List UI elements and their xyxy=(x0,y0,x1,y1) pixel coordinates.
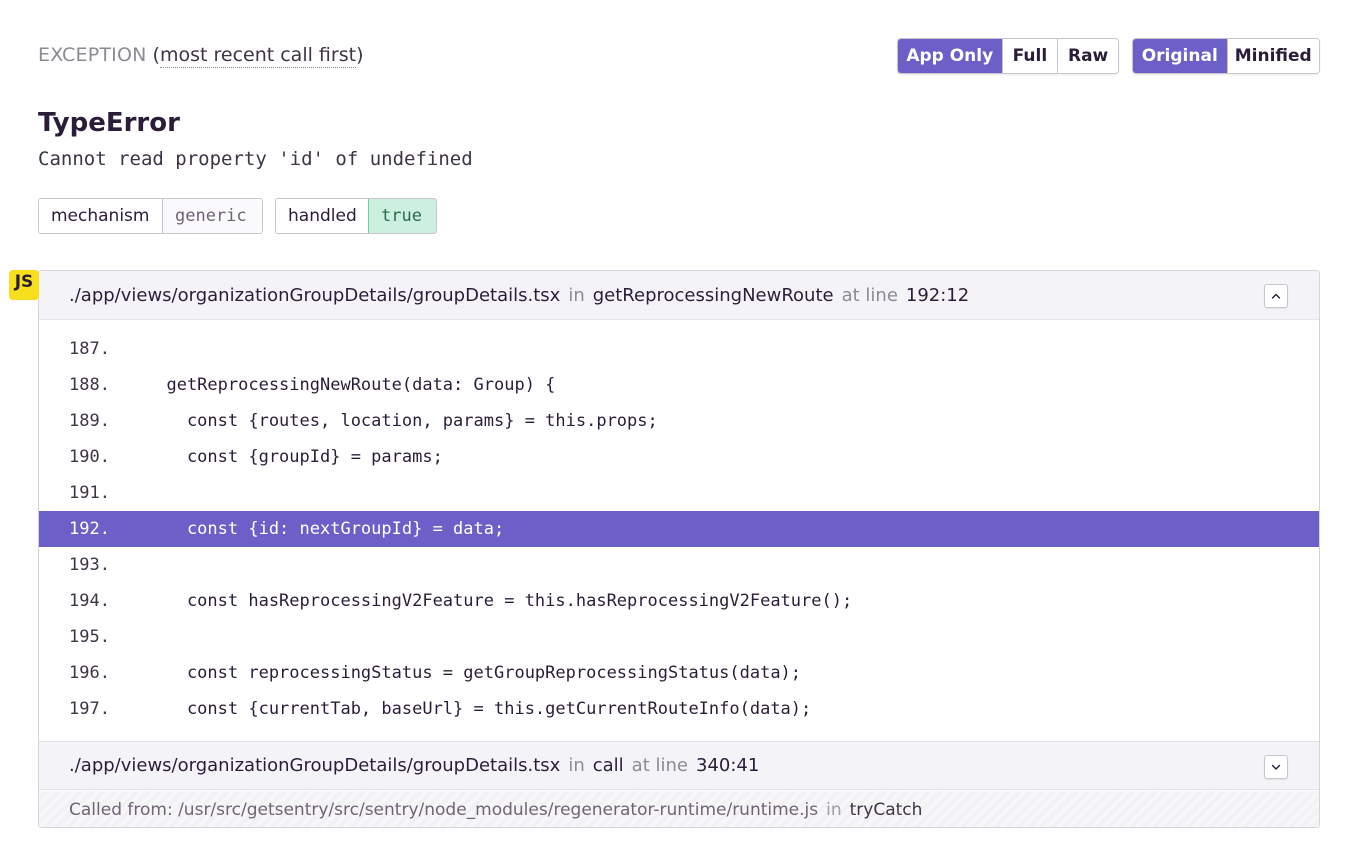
raw-button[interactable]: Raw xyxy=(1057,39,1118,73)
code-line: 193. xyxy=(39,547,1319,583)
frame-function: getReprocessingNewRoute xyxy=(592,284,834,306)
chevron-up-icon xyxy=(1271,293,1281,299)
most-recent-call-first-toggle[interactable]: most recent call first xyxy=(159,44,357,68)
code-line: 196. const reprocessingStatus = getGroup… xyxy=(39,655,1319,691)
tag-key: handled xyxy=(276,199,368,233)
chevron-down-icon xyxy=(1271,764,1281,770)
full-button[interactable]: Full xyxy=(1001,39,1058,73)
line-number: 195. xyxy=(69,627,110,647)
exception-header: EXCEPTION (most recent call first) xyxy=(38,42,363,68)
called-from-row: Called from: /usr/src/getsentry/src/sent… xyxy=(39,791,1319,827)
platform-badge-js: JS xyxy=(9,270,39,300)
code-context: 187. 188. getReprocessingNewRoute(data: G… xyxy=(39,331,1319,727)
code-line: 188. getReprocessingNewRoute(data: Group… xyxy=(39,367,1319,403)
frame-location: 192:12 xyxy=(905,284,970,306)
code-line: 197. const {currentTab, baseUrl} = this.… xyxy=(39,691,1319,727)
line-number: 187. xyxy=(69,339,110,359)
line-number: 194. xyxy=(69,591,110,611)
error-type: TypeError xyxy=(38,108,180,138)
code-line: 191. xyxy=(39,475,1319,511)
line-number: 188. xyxy=(69,375,110,395)
frame-in-label: in xyxy=(568,755,585,776)
line-source: const {currentTab, baseUrl} = this.getCu… xyxy=(146,699,812,719)
code-line: 194. const hasReprocessingV2Feature = th… xyxy=(39,583,1319,619)
stacktrace-format-toggle: Original Minified xyxy=(1132,38,1320,74)
tag-handled[interactable]: handled true xyxy=(275,198,437,234)
error-message: Cannot read property 'id' of undefined xyxy=(38,148,473,170)
line-number: 190. xyxy=(69,447,110,467)
exception-subtitle: (most recent call first) xyxy=(152,44,364,68)
line-source: const {id: nextGroupId} = data; xyxy=(146,519,505,539)
frame-filename: ./app/views/organizationGroupDetails/gro… xyxy=(69,755,561,776)
frame-in-label: in xyxy=(568,284,585,306)
tag-value: true xyxy=(368,199,436,233)
code-line: 190. const {groupId} = params; xyxy=(39,439,1319,475)
exception-title: EXCEPTION xyxy=(38,44,147,66)
line-number: 193. xyxy=(69,555,110,575)
line-number: 189. xyxy=(69,411,110,431)
line-number: 191. xyxy=(69,483,110,503)
frame-at-line-label: at line xyxy=(631,755,688,776)
original-button[interactable]: Original xyxy=(1133,39,1227,73)
app-only-button[interactable]: App Only xyxy=(898,39,1002,73)
called-from-function: tryCatch xyxy=(849,800,923,820)
tag-value: generic xyxy=(162,199,262,233)
line-source: const {groupId} = params; xyxy=(146,447,443,467)
frame-filename: ./app/views/organizationGroupDetails/gro… xyxy=(69,284,561,306)
line-number: 197. xyxy=(69,699,110,719)
frame-header[interactable]: ./app/views/organizationGroupDetails/gro… xyxy=(39,741,1319,790)
line-number: 192. xyxy=(69,519,110,539)
frame-at-line-label: at line xyxy=(841,284,898,306)
line-source: getReprocessingNewRoute(data: Group) { xyxy=(146,375,556,395)
frame-location: 340:41 xyxy=(695,755,760,776)
frame-header[interactable]: ./app/views/organizationGroupDetails/gro… xyxy=(39,271,1319,320)
stacktrace-view-toggle: App Only Full Raw xyxy=(897,38,1119,74)
tag-mechanism[interactable]: mechanism generic xyxy=(38,198,263,234)
called-from-in-label: in xyxy=(826,800,842,820)
code-line: 189. const {routes, location, params} = … xyxy=(39,403,1319,439)
line-source: const reprocessingStatus = getGroupRepro… xyxy=(146,663,802,683)
tag-key: mechanism xyxy=(39,199,162,233)
code-line: 195. xyxy=(39,619,1319,655)
line-number: 196. xyxy=(69,663,110,683)
code-line: 187. xyxy=(39,331,1319,367)
expand-frame-button[interactable] xyxy=(1264,755,1288,779)
stacktrace-frames: ./app/views/organizationGroupDetails/gro… xyxy=(38,270,1320,828)
line-source: const {routes, location, params} = this.… xyxy=(146,411,658,431)
line-source: const hasReprocessingV2Feature = this.ha… xyxy=(146,591,853,611)
collapse-frame-button[interactable] xyxy=(1264,284,1288,308)
code-line-highlighted: 192. const {id: nextGroupId} = data; xyxy=(39,511,1319,547)
called-from-path: Called from: /usr/src/getsentry/src/sent… xyxy=(69,800,819,820)
minified-button[interactable]: Minified xyxy=(1226,39,1319,73)
frame-function: call xyxy=(592,755,624,776)
